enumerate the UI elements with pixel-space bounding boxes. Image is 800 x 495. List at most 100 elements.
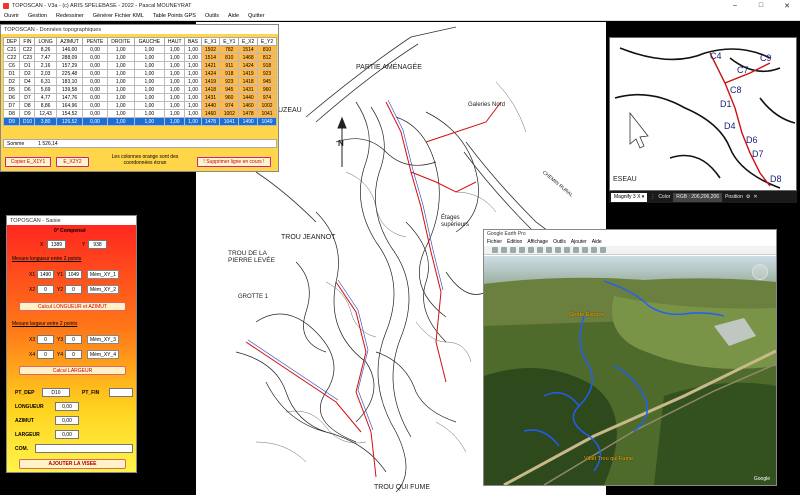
- table-row[interactable]: D8 D9 12,43 154,52 0,00 1,00 1,00 1,00 1,00 1460 1…: [2, 109, 277, 118]
- table-cell[interactable]: 810: [219, 53, 240, 62]
- table-cell[interactable]: D8: [19, 101, 36, 110]
- table-cell[interactable]: 1,00: [133, 85, 165, 94]
- table-cell[interactable]: 1,00: [163, 117, 186, 126]
- x3-field[interactable]: 0: [37, 335, 54, 344]
- table-cell[interactable]: 1,00: [184, 101, 202, 110]
- table-cell[interactable]: 1,00: [184, 117, 202, 126]
- calc-width-button[interactable]: Calcul LARGEUR: [19, 366, 126, 375]
- table-cell[interactable]: 0,00: [82, 45, 108, 54]
- ruler-icon[interactable]: [564, 247, 570, 253]
- table-cell[interactable]: 1,00: [184, 85, 202, 94]
- table-cell[interactable]: 1002: [219, 109, 240, 118]
- table-cell[interactable]: 1,00: [163, 45, 186, 54]
- table-cell[interactable]: C21: [2, 45, 21, 54]
- table-cell[interactable]: 1421: [200, 61, 221, 70]
- copy-xy1-button[interactable]: Copier E_X1Y1: [5, 157, 51, 167]
- table-cell[interactable]: 1,00: [184, 61, 202, 70]
- mem-xy4-button[interactable]: Mém_XY_4: [87, 350, 119, 359]
- table-cell[interactable]: D9: [2, 117, 21, 126]
- table-cell[interactable]: C22: [2, 53, 21, 62]
- y2-field[interactable]: 0: [65, 285, 82, 294]
- table-cell[interactable]: D6: [19, 85, 36, 94]
- azimut-field[interactable]: 0,00: [55, 416, 79, 425]
- close-icon[interactable]: ✕: [774, 0, 800, 11]
- mem-xy1-button[interactable]: Mém_XY_1: [87, 270, 119, 279]
- table-cell[interactable]: D1: [19, 61, 36, 70]
- calc-length-azimut-button[interactable]: Calcul LONGUEUR et AZIMUT: [19, 302, 126, 311]
- table-cell[interactable]: 6,31: [34, 77, 57, 86]
- table-row[interactable]: C6 D1 2,16 157,29 0,00 1,00 1,00 1,00 1,00 1421 91…: [2, 61, 277, 70]
- table-cell[interactable]: 1,00: [133, 93, 165, 102]
- earth-3d-view[interactable]: Grotte Espace Vilatt Trou qui Fume Googl…: [484, 256, 776, 485]
- x2-field[interactable]: 0: [37, 285, 54, 294]
- table-cell[interactable]: C23: [19, 53, 36, 62]
- table-cell[interactable]: 1,00: [163, 77, 186, 86]
- table-cell[interactable]: 1431: [238, 85, 259, 94]
- table-cell[interactable]: D4: [19, 77, 36, 86]
- table-row[interactable]: D1 D2 2,03 225,48 0,00 1,00 1,00 1,00 1,00 1424 91…: [2, 69, 277, 78]
- mem-xy3-button[interactable]: Mém_XY_3: [87, 335, 119, 344]
- table-cell[interactable]: 0,00: [82, 61, 108, 70]
- table-cell[interactable]: D5: [2, 85, 21, 94]
- table-cell[interactable]: 945: [219, 85, 240, 94]
- table-row[interactable]: D2 D4 6,31 183,10 0,00 1,00 1,00 1,00 1,00 1419 92…: [2, 77, 277, 86]
- menu-kml[interactable]: Générer Fichier KML: [93, 13, 144, 19]
- table-cell[interactable]: D7: [2, 101, 21, 110]
- table-cell[interactable]: 1,00: [163, 69, 186, 78]
- table-cell[interactable]: 1049: [257, 117, 277, 126]
- table-cell[interactable]: 1,00: [184, 45, 202, 54]
- table-cell[interactable]: 1,00: [133, 117, 165, 126]
- x4-field[interactable]: 0: [37, 350, 54, 359]
- table-cell[interactable]: 945: [257, 77, 277, 86]
- y4-field[interactable]: 0: [65, 350, 82, 359]
- table-cell[interactable]: 288,09: [55, 53, 84, 62]
- table-cell[interactable]: 960: [257, 85, 277, 94]
- table-cell[interactable]: 146,00: [55, 45, 84, 54]
- table-cell[interactable]: 1478: [238, 109, 259, 118]
- mem-xy2-button[interactable]: Mém_XY_2: [87, 285, 119, 294]
- table-cell[interactable]: 1,00: [106, 109, 135, 118]
- table-cell[interactable]: 1,00: [163, 85, 186, 94]
- table-cell[interactable]: 164,96: [55, 101, 84, 110]
- table-cell[interactable]: D1: [2, 69, 21, 78]
- table-row[interactable]: C22 C23 7,47 288,09 0,00 1,00 1,00 1,00 1,00 1514…: [2, 53, 277, 62]
- earth-menu-aide[interactable]: Aide: [592, 239, 602, 245]
- table-cell[interactable]: 974: [257, 93, 277, 102]
- table-cell[interactable]: 1,00: [163, 53, 186, 62]
- table-cell[interactable]: 782: [219, 45, 240, 54]
- table-cell[interactable]: 0,00: [82, 93, 108, 102]
- table-row[interactable]: C21 C22 8,26 146,00 0,00 1,00 1,00 1,00 1,00 1502…: [2, 45, 277, 54]
- table-cell[interactable]: 4,77: [34, 93, 57, 102]
- sun-icon[interactable]: [546, 247, 552, 253]
- menu-aide[interactable]: Aide: [228, 13, 239, 19]
- table-cell[interactable]: 0,00: [82, 101, 108, 110]
- table-cell[interactable]: C22: [19, 45, 36, 54]
- history-icon[interactable]: [537, 247, 543, 253]
- table-cell[interactable]: 923: [257, 69, 277, 78]
- table-cell[interactable]: 1418: [238, 77, 259, 86]
- table-cell[interactable]: 1,00: [133, 101, 165, 110]
- table-cell[interactable]: D2: [2, 77, 21, 86]
- table-cell[interactable]: 1041: [257, 109, 277, 118]
- table-cell[interactable]: 1,00: [133, 45, 165, 54]
- table-cell[interactable]: 2,16: [34, 61, 57, 70]
- table-cell[interactable]: 918: [219, 69, 240, 78]
- table-cell[interactable]: 1440: [200, 101, 221, 110]
- table-cell[interactable]: 1,00: [133, 109, 165, 118]
- table-cell[interactable]: 1,00: [106, 53, 135, 62]
- table-cell[interactable]: 1002: [257, 101, 277, 110]
- table-cell[interactable]: 5,69: [34, 85, 57, 94]
- maximize-icon[interactable]: □: [748, 0, 774, 11]
- print-icon[interactable]: [582, 247, 588, 253]
- table-cell[interactable]: 1418: [200, 85, 221, 94]
- earth-label-trou[interactable]: Vilatt Trou qui Fume: [584, 456, 633, 462]
- table-cell[interactable]: 1424: [238, 61, 259, 70]
- table-cell[interactable]: 911: [219, 61, 240, 70]
- table-cell[interactable]: 1468: [238, 53, 259, 62]
- table-cell[interactable]: D8: [2, 109, 21, 118]
- table-cell[interactable]: 1,00: [184, 69, 202, 78]
- table-cell[interactable]: 157,29: [55, 61, 84, 70]
- table-cell[interactable]: 1502: [200, 45, 221, 54]
- overlay-icon[interactable]: [519, 247, 525, 253]
- save-image-icon[interactable]: [591, 247, 597, 253]
